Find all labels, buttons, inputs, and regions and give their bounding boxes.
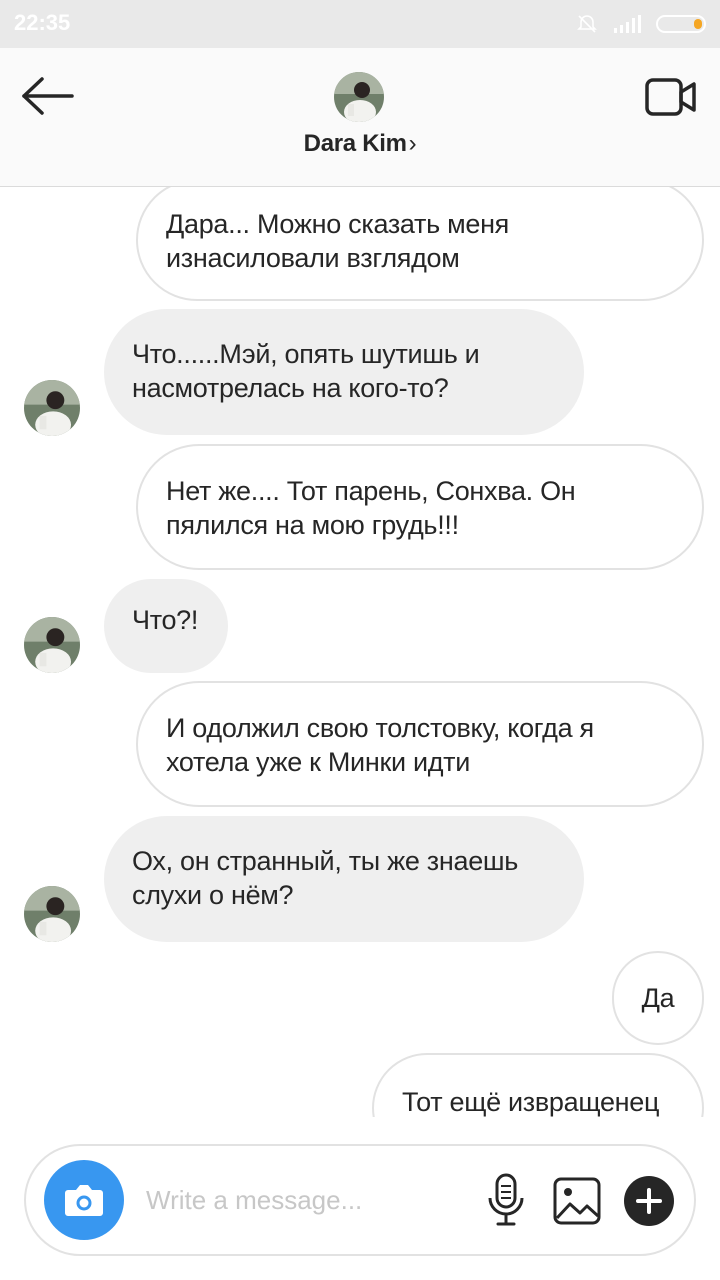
message-bubble-sent[interactable]: Да — [612, 951, 704, 1045]
camera-button[interactable] — [44, 1160, 124, 1240]
message-text: пялился на мою грудь!!! — [166, 510, 459, 540]
contact-name: Dara Kim — [303, 130, 407, 157]
status-time: 22:35 — [14, 10, 71, 35]
message-thread[interactable]: Дара... Можно сказать меня изнасиловали … — [0, 187, 720, 1117]
gallery-button[interactable] — [552, 1176, 602, 1226]
sender-avatar[interactable] — [24, 886, 80, 942]
message-text: Что?! — [132, 605, 199, 635]
message-text: Ох, он странный, ты же знаешь — [132, 846, 519, 876]
message-bubble-sent[interactable]: Нет же.... Тот парень, Сонхва. Он пялилс… — [136, 444, 704, 570]
message-composer — [24, 1144, 696, 1256]
contact-name-button[interactable]: Dara Kim› — [0, 130, 720, 158]
back-button[interactable] — [20, 76, 76, 116]
signal-icon — [614, 15, 641, 33]
status-bar: 22:35 — [0, 0, 720, 48]
message-text: слухи о нём? — [132, 880, 294, 910]
message-bubble-sent[interactable]: Тот ещё извращенец — [372, 1053, 704, 1117]
message-text: Нет же.... Тот парень, Сонхва. Он — [166, 476, 576, 506]
video-call-button[interactable] — [644, 76, 698, 118]
sender-avatar[interactable] — [24, 617, 80, 673]
plus-icon — [636, 1188, 662, 1214]
chat-header: Dara Kim› — [0, 48, 720, 187]
microphone-icon — [488, 1173, 524, 1226]
message-text: хотела уже к Минки идти — [166, 747, 471, 777]
message-text: Тот ещё извращенец — [402, 1087, 660, 1117]
message-text: И одолжил свою толстовку, когда я — [166, 713, 594, 743]
message-bubble-received[interactable]: Что......Мэй, опять шутишь и насмотрелас… — [104, 309, 584, 435]
message-text: изнасиловали взглядом — [166, 243, 460, 273]
microphone-button[interactable] — [486, 1172, 526, 1228]
chevron-right-icon: › — [408, 130, 417, 157]
status-icons — [576, 12, 706, 36]
message-bubble-received[interactable]: Ох, он странный, ты же знаешь слухи о нё… — [104, 816, 584, 942]
sender-avatar[interactable] — [24, 380, 80, 436]
avatar-photo — [24, 617, 80, 673]
message-text: насмотрелась на кого-то? — [132, 373, 449, 403]
camera-icon — [65, 1185, 103, 1216]
more-options-button[interactable] — [624, 1176, 674, 1226]
message-text: Да — [641, 983, 675, 1013]
video-camera-icon — [645, 78, 696, 116]
message-bubble-sent[interactable]: Дара... Можно сказать меня изнасиловали … — [136, 187, 704, 301]
avatar-photo — [24, 380, 80, 436]
message-text: Что......Мэй, опять шутишь и — [132, 339, 480, 369]
arrow-left-icon — [22, 77, 74, 115]
message-text: Дара... Можно сказать меня — [166, 209, 510, 239]
avatar-photo — [24, 886, 80, 942]
message-bubble-received[interactable]: Что?! — [104, 579, 228, 673]
message-input[interactable] — [146, 1180, 476, 1220]
mute-icon — [577, 15, 597, 33]
image-icon — [553, 1177, 601, 1225]
message-bubble-sent[interactable]: И одолжил свою толстовку, когда я хотела… — [136, 681, 704, 807]
contact-avatar[interactable] — [334, 72, 384, 122]
avatar-photo — [334, 72, 384, 122]
battery-icon — [656, 15, 706, 33]
